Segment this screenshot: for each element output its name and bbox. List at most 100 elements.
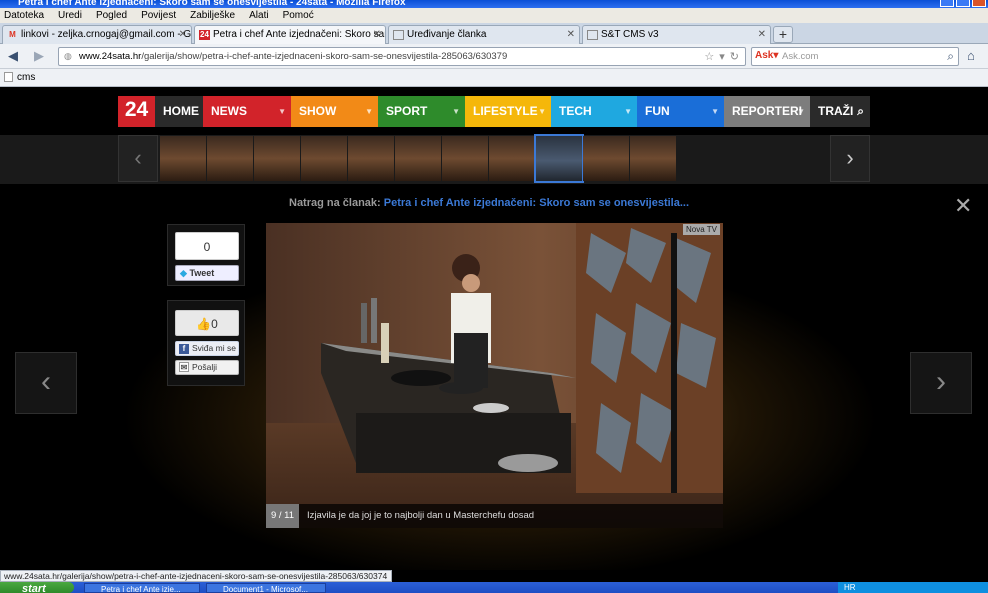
gallery-thumbnail[interactable]: [489, 136, 535, 181]
tweet-count: 0: [175, 232, 239, 260]
menu-povijest[interactable]: Povijest: [141, 10, 176, 21]
url-bar[interactable]: ◍ www.24sata.hr/galerija/show/petra-i-ch…: [58, 47, 746, 66]
back-article-link[interactable]: Petra i chef Ante izjednačeni: Skoro sam…: [384, 197, 689, 209]
bookmarks-bar: cms: [0, 69, 988, 87]
tab-label: linkovi - zeljka.crnogaj@gmail.com - Gma…: [21, 29, 192, 40]
tab-24sata[interactable]: 24 Petra i chef Ante izjednačeni: Skoro …: [194, 25, 386, 44]
search-placeholder: Ask.com: [782, 51, 819, 62]
page-icon: [393, 30, 404, 40]
nav-label: TRAŽI: [818, 104, 854, 118]
start-button[interactable]: start: [0, 582, 74, 593]
photo-credit: Nova TV: [683, 224, 720, 235]
window-title-bar: Petra i chef Ante izjednačeni: Skoro sam…: [0, 0, 988, 8]
facebook-send-button[interactable]: ✉ Pošalji: [175, 360, 239, 375]
gallery-thumbnail[interactable]: [254, 136, 300, 181]
menu-zabiljeske[interactable]: Zabilješke: [190, 10, 235, 21]
gallery-thumbnail[interactable]: [534, 134, 584, 183]
photo-counter: 9 / 11: [266, 504, 299, 528]
reload-icon[interactable]: ↻: [730, 50, 739, 63]
next-image-button[interactable]: ›: [910, 352, 972, 414]
tab-st-cms[interactable]: S&T CMS v3 ✕: [582, 25, 771, 44]
bookmark-star-icon[interactable]: ☆: [704, 50, 714, 63]
chevron-down-icon: ▼: [452, 107, 460, 116]
nav-tech[interactable]: TECH ▼: [551, 96, 637, 127]
taskbar-firefox[interactable]: Petra i chef Ante izje...: [84, 583, 200, 593]
windows-taskbar: start Petra i chef Ante izje... Document…: [0, 582, 988, 593]
close-tab-icon[interactable]: ✕: [179, 29, 187, 40]
send-label: Pošalji: [192, 362, 218, 372]
close-tab-icon[interactable]: ✕: [758, 29, 766, 40]
nav-news[interactable]: NEWS ▼: [203, 96, 291, 127]
search-icon[interactable]: ⌕: [947, 49, 954, 64]
gallery-thumbnail[interactable]: [301, 136, 347, 181]
close-gallery-icon[interactable]: ✕: [954, 195, 972, 217]
chevron-down-icon: ▼: [538, 107, 546, 116]
menu-uredi[interactable]: Uredi: [58, 10, 82, 21]
nav-label: FUN: [645, 104, 670, 118]
nav-show[interactable]: SHOW ▼: [291, 96, 378, 127]
chevron-down-icon: ▼: [797, 107, 805, 116]
gallery-thumbnail[interactable]: [348, 136, 394, 181]
gallery-thumbnail[interactable]: [207, 136, 253, 181]
chevron-down-icon: ▼: [278, 107, 286, 116]
facebook-like-button[interactable]: f Sviđa mi se: [175, 341, 239, 356]
menu-pomoc[interactable]: Pomoć: [283, 10, 314, 21]
chevron-down-icon: ▼: [624, 107, 632, 116]
nav-lifestyle[interactable]: LIFESTYLE ▼: [465, 96, 551, 127]
globe-icon: ◍: [64, 51, 72, 61]
photo-caption: Izjavila je da joj je to najbolji dan u …: [307, 510, 535, 521]
gallery-thumbnail[interactable]: [160, 136, 206, 181]
tab-gmail[interactable]: M linkovi - zeljka.crnogaj@gmail.com - G…: [2, 25, 192, 44]
nav-fun[interactable]: FUN ▼: [637, 96, 724, 127]
dropdown-icon[interactable]: ▾: [719, 50, 725, 63]
thumbs-next-button[interactable]: ›: [830, 135, 870, 182]
twitter-bird-icon: ◆: [180, 268, 187, 278]
search-box[interactable]: Ask▾ Ask.com ⌕: [751, 47, 959, 66]
menu-alati[interactable]: Alati: [249, 10, 268, 21]
gallery-thumbnail[interactable]: [442, 136, 488, 181]
menu-pogled[interactable]: Pogled: [96, 10, 127, 21]
tweet-button[interactable]: ◆ Tweet: [175, 265, 239, 281]
nav-label: SPORT: [386, 104, 428, 118]
language-indicator[interactable]: HR: [844, 583, 856, 592]
gallery-thumbnail[interactable]: [395, 136, 441, 181]
24sata-logo[interactable]: 24: [118, 96, 155, 127]
close-window-button[interactable]: [972, 0, 986, 7]
nav-label: TECH: [559, 104, 592, 118]
nav-search[interactable]: TRAŽI ⌕: [810, 96, 870, 127]
menu-bar: Datoteka Uredi Pogled Povijest Zabilješk…: [0, 8, 988, 23]
close-tab-icon[interactable]: ✕: [373, 29, 381, 40]
maximize-button[interactable]: [956, 0, 970, 7]
back-arrow-icon[interactable]: ◀: [8, 48, 18, 64]
home-icon[interactable]: ⌂: [967, 48, 975, 63]
status-bar: www.24sata.hr/galerija/show/petra-i-chef…: [0, 570, 392, 582]
page-content: 24 HOME NEWS ▼ SHOW ▼ SPORT ▼ LIFESTYLE ▼ TE…: [0, 88, 988, 570]
forward-arrow-icon[interactable]: ▶: [34, 48, 44, 64]
nav-sport[interactable]: SPORT ▼: [378, 96, 465, 127]
photo-kitchen-scene: [266, 223, 723, 528]
close-tab-icon[interactable]: ✕: [567, 29, 575, 40]
nav-reporteri[interactable]: REPORTERI ▼: [724, 96, 810, 127]
ask-engine-icon[interactable]: Ask▾: [755, 50, 778, 61]
prev-image-button[interactable]: ‹: [15, 352, 77, 414]
tab-uredivanje[interactable]: Uređivanje članka ✕: [388, 25, 580, 44]
gallery-photo: Nova TV 9 / 11 Izjavila je da joj je to n…: [266, 223, 723, 528]
bookmark-cms[interactable]: cms: [4, 72, 35, 83]
24sata-favicon-icon: 24: [199, 30, 210, 40]
url-path: /galerija/show/petra-i-chef-ante-izjedna…: [141, 51, 508, 62]
gallery-thumbnail[interactable]: [583, 136, 629, 181]
menu-datoteka[interactable]: Datoteka: [4, 10, 44, 21]
new-tab-button[interactable]: +: [773, 26, 793, 43]
minimize-button[interactable]: [940, 0, 954, 7]
like-label: Sviđa mi se: [192, 343, 236, 353]
back-to-article: Natrag na članak: Petra i chef Ante izje…: [289, 197, 689, 209]
nav-home[interactable]: HOME: [155, 96, 203, 127]
nav-label: HOME: [163, 104, 199, 118]
thumbs-prev-button[interactable]: ‹: [118, 135, 158, 182]
page-icon: [587, 30, 598, 40]
navigation-toolbar: ◀ ▶ ◍ www.24sata.hr/galerija/show/petra-…: [0, 44, 988, 69]
nav-label: REPORTERI: [732, 104, 803, 118]
back-prefix: Natrag na članak:: [289, 197, 384, 209]
taskbar-word[interactable]: Document1 - Microsof...: [206, 583, 326, 593]
gallery-thumbnail[interactable]: [630, 136, 676, 181]
